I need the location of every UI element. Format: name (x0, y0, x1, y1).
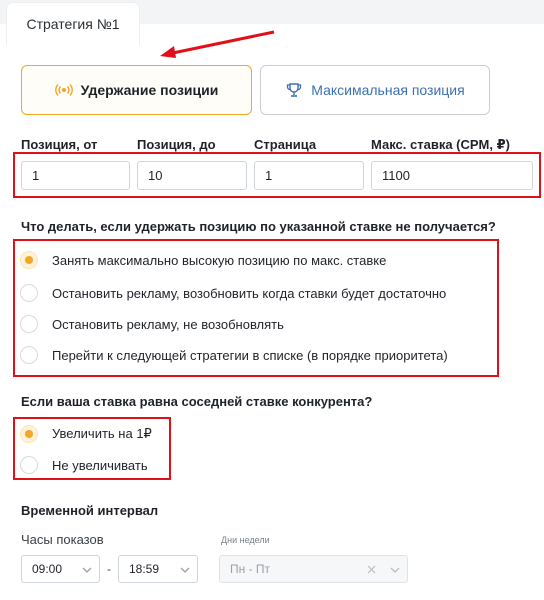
fields-highlight-box (13, 152, 541, 198)
hold-position-label: Удержание позиции (80, 82, 219, 98)
broadcast-icon (54, 81, 73, 99)
annotation-arrow (160, 30, 275, 58)
strategy-tab[interactable]: Стратегия №1 (7, 3, 139, 46)
fallback-highlight-box (13, 239, 499, 377)
strategy-tab-label: Стратегия №1 (26, 15, 120, 32)
tie-highlight-box (13, 417, 171, 480)
page-label: Страница (254, 137, 317, 152)
hours-to-select[interactable]: 18:59 (118, 555, 198, 583)
time-separator: - (107, 562, 111, 576)
hours-from-select[interactable]: 09:00 (21, 555, 100, 583)
tie-question-title: Если ваша ставка равна соседней ставке к… (21, 394, 373, 409)
position-to-label: Позиция, до (137, 137, 216, 152)
position-from-label: Позиция, от (21, 137, 98, 152)
max-bid-label: Макс. ставка (CPM, ₽) (371, 137, 510, 152)
chevron-down-icon (180, 567, 190, 573)
chevron-down-icon (390, 567, 400, 573)
hold-position-button[interactable]: Удержание позиции (21, 65, 252, 115)
chevron-down-icon (82, 567, 92, 573)
trophy-icon (285, 81, 303, 99)
interval-title: Временной интервал (21, 503, 159, 518)
max-position-label: Максимальная позиция (311, 82, 465, 98)
days-value: Пн - Пт (230, 562, 271, 576)
fallback-question-title: Что делать, если удержать позицию по ука… (21, 219, 496, 234)
hours-from-value: 09:00 (32, 562, 63, 576)
days-select[interactable]: Пн - Пт (219, 555, 408, 583)
days-label: Дни недели (221, 535, 270, 545)
max-position-button[interactable]: Максимальная позиция (260, 65, 490, 115)
hours-label: Часы показов (21, 532, 104, 547)
clear-icon[interactable] (366, 564, 377, 575)
hours-to-value: 18:59 (129, 562, 160, 576)
